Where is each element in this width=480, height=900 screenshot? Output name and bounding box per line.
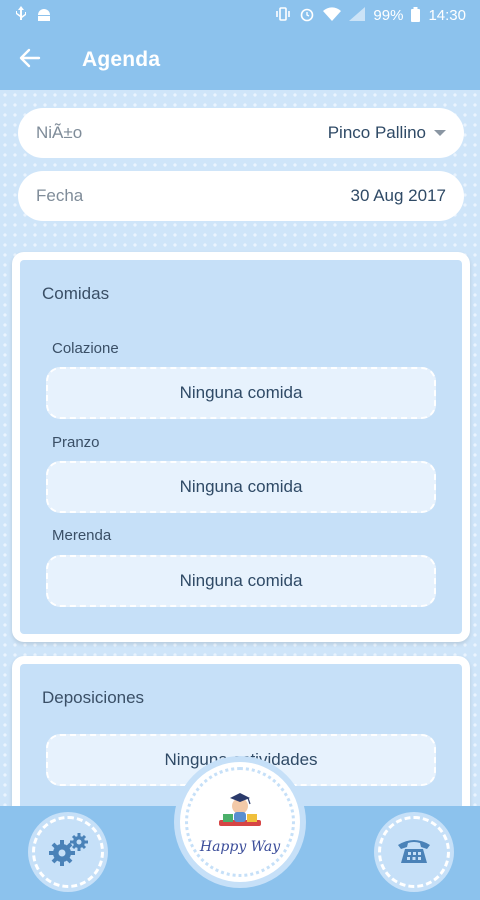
gears-icon	[47, 832, 89, 873]
child-dropdown[interactable]: Pinco Pallino	[328, 123, 446, 143]
child-selector[interactable]: NiÃ±o Pinco Pallino	[18, 108, 464, 158]
meals-card: Comidas Colazione Ninguna comida Pranzo …	[12, 252, 470, 642]
meal-box-colazione[interactable]: Ninguna comida	[46, 367, 436, 419]
usb-icon	[14, 6, 28, 24]
page-title: Agenda	[82, 48, 161, 71]
signal-icon	[349, 7, 366, 23]
battery-percent: 99%	[373, 6, 404, 24]
app-bar: Agenda	[0, 30, 480, 90]
android-icon	[36, 7, 52, 23]
logo-ring: Happy Way	[185, 767, 295, 877]
wifi-icon	[323, 7, 342, 23]
home-logo-button[interactable]: Happy Way	[180, 762, 300, 882]
depositions-title: Deposiciones	[42, 688, 145, 707]
back-button[interactable]	[0, 30, 60, 90]
child-value: Pinco Pallino	[327, 123, 426, 142]
chevron-down-icon	[434, 130, 446, 136]
alarm-icon	[299, 6, 315, 24]
vibrate-icon	[275, 6, 291, 24]
settings-button[interactable]	[32, 816, 104, 888]
telephone-icon	[395, 835, 433, 870]
date-label: Fecha	[36, 186, 84, 205]
child-label: NiÃ±o	[36, 123, 83, 142]
logo-text: Happy Way	[199, 838, 281, 855]
status-time: 14:30	[428, 6, 466, 24]
meals-panel: Comidas Colazione Ninguna comida Pranzo …	[20, 260, 462, 634]
meals-title: Comidas	[42, 284, 110, 303]
meal-box-merenda[interactable]: Ninguna comida	[46, 555, 436, 607]
meal-box-pranzo[interactable]: Ninguna comida	[46, 461, 436, 513]
meal-label: Merenda	[52, 527, 112, 544]
arrow-left-icon	[19, 47, 41, 74]
meal-label: Pranzo	[52, 434, 100, 451]
status-bar: 99% 14:30	[0, 0, 480, 30]
date-field[interactable]: Fecha 30 Aug 2017	[18, 171, 464, 221]
meal-label: Colazione	[52, 340, 119, 357]
battery-icon	[411, 6, 421, 24]
date-value[interactable]: 30 Aug 2017	[351, 186, 446, 206]
baby-graduate-icon	[213, 790, 267, 837]
phone-button[interactable]	[378, 816, 450, 888]
